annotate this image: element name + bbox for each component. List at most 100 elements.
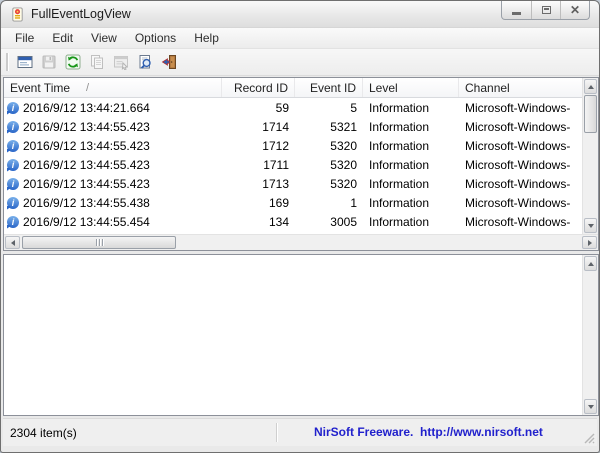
detail-vertical-scrollbar[interactable] — [582, 255, 598, 415]
menu-edit[interactable]: Edit — [43, 29, 82, 47]
app-window: FullEventLogView ✕ File Edit View Option… — [0, 0, 600, 453]
channel-cell: Microsoft-Windows- — [459, 177, 582, 191]
menu-help[interactable]: Help — [185, 29, 228, 47]
copy-icon — [89, 54, 105, 70]
menu-bar: File Edit View Options Help — [1, 28, 599, 48]
event-id-cell: 5320 — [295, 139, 363, 153]
record-id-cell: 1711 — [222, 158, 295, 172]
table-row[interactable]: i 2016/9/12 13:44:55.423 1713 5320 Infor… — [4, 174, 582, 193]
event-time-cell: 2016/9/12 13:44:55.423 — [23, 158, 150, 172]
channel-cell: Microsoft-Windows- — [459, 101, 582, 115]
table-row[interactable]: i 2016/9/12 13:44:55.454 134 3005 Inform… — [4, 212, 582, 231]
status-divider — [276, 423, 277, 442]
event-id-cell: 1 — [295, 196, 363, 210]
resize-grip-icon[interactable] — [582, 431, 595, 444]
refresh-button[interactable] — [61, 51, 85, 74]
list-header: Event Time / Record ID Event ID Level Ch… — [4, 78, 582, 98]
table-row[interactable]: i 2016/9/12 13:44:21.664 59 5 Informatio… — [4, 98, 582, 117]
scroll-up-button[interactable] — [584, 79, 597, 94]
column-header-channel[interactable]: Channel — [459, 78, 582, 97]
information-icon: i — [7, 159, 19, 171]
find-button[interactable] — [133, 51, 157, 74]
table-row[interactable]: i 2016/9/12 13:44:55.438 169 1 Informati… — [4, 193, 582, 212]
record-id-cell: 1714 — [222, 120, 295, 134]
title-bar[interactable]: FullEventLogView ✕ — [1, 1, 599, 28]
window-controls: ✕ — [501, 1, 590, 20]
event-time-cell: 2016/9/12 13:44:55.423 — [23, 120, 150, 134]
menu-options[interactable]: Options — [126, 29, 185, 47]
detail-scroll-down-button[interactable] — [584, 399, 597, 414]
close-button[interactable]: ✕ — [560, 1, 589, 19]
event-time-cell: 2016/9/12 13:44:55.454 — [23, 215, 150, 229]
list-horizontal-scrollbar[interactable] — [4, 234, 598, 250]
event-list: Event Time / Record ID Event ID Level Ch… — [3, 77, 599, 251]
event-id-cell: 3005 — [295, 215, 363, 229]
arrow-down-icon — [588, 405, 594, 409]
arrow-left-icon — [11, 240, 15, 246]
find-icon — [137, 54, 153, 70]
channel-cell: Microsoft-Windows- — [459, 120, 582, 134]
status-bar: 2304 item(s) NirSoft Freeware. http://ww… — [3, 418, 597, 446]
level-cell: Information — [363, 196, 459, 210]
record-id-cell: 1712 — [222, 139, 295, 153]
scroll-left-button[interactable] — [5, 236, 20, 249]
table-row[interactable]: i 2016/9/12 13:44:55.423 1712 5320 Infor… — [4, 136, 582, 155]
record-id-cell: 1713 — [222, 177, 295, 191]
save-button[interactable] — [37, 51, 61, 74]
table-row[interactable]: i 2016/9/12 13:44:55.423 1711 5320 Infor… — [4, 155, 582, 174]
close-icon: ✕ — [570, 4, 580, 16]
arrow-up-icon — [588, 262, 594, 266]
properties-button[interactable] — [109, 51, 133, 74]
event-id-cell: 5321 — [295, 120, 363, 134]
column-header-event-time[interactable]: Event Time / — [4, 78, 222, 97]
level-cell: Information — [363, 101, 459, 115]
record-id-cell: 59 — [222, 101, 295, 115]
channel-cell: Microsoft-Windows- — [459, 139, 582, 153]
refresh-icon — [65, 54, 81, 70]
minimize-button[interactable] — [502, 1, 531, 19]
table-row[interactable]: i 2016/9/12 13:44:55.423 1714 5321 Infor… — [4, 117, 582, 136]
arrow-right-icon — [588, 240, 592, 246]
list-vertical-scrollbar[interactable] — [582, 78, 598, 234]
scroll-down-button[interactable] — [584, 218, 597, 233]
event-id-cell: 5320 — [295, 158, 363, 172]
column-header-record-id[interactable]: Record ID — [222, 78, 295, 97]
detail-pane — [3, 254, 599, 416]
level-cell: Information — [363, 177, 459, 191]
level-cell: Information — [363, 158, 459, 172]
exit-button[interactable] — [157, 51, 181, 74]
vertical-scroll-thumb[interactable] — [584, 95, 597, 133]
column-header-level[interactable]: Level — [363, 78, 459, 97]
horizontal-scroll-thumb[interactable] — [22, 236, 176, 249]
maximize-button[interactable] — [531, 1, 560, 19]
scroll-right-button[interactable] — [582, 236, 597, 249]
copy-button[interactable] — [85, 51, 109, 74]
event-id-cell: 5 — [295, 101, 363, 115]
channel-cell: Microsoft-Windows- — [459, 196, 582, 210]
level-cell: Information — [363, 120, 459, 134]
sort-ascending-icon: / — [86, 82, 89, 94]
record-id-cell: 134 — [222, 215, 295, 229]
window-title: FullEventLogView — [31, 7, 131, 21]
channel-cell: Microsoft-Windows- — [459, 158, 582, 172]
information-icon: i — [7, 197, 19, 209]
arrow-down-icon — [588, 224, 594, 228]
menu-file[interactable]: File — [6, 29, 43, 47]
event-rows: i 2016/9/12 13:44:21.664 59 5 Informatio… — [4, 98, 582, 234]
event-time-cell: 2016/9/12 13:44:21.664 — [23, 101, 150, 115]
nirsoft-link[interactable]: NirSoft Freeware. http://www.nirsoft.net — [314, 425, 543, 439]
level-cell: Information — [363, 215, 459, 229]
level-cell: Information — [363, 139, 459, 153]
maximize-icon — [542, 6, 551, 14]
information-icon: i — [7, 102, 19, 114]
detail-scroll-up-button[interactable] — [584, 256, 597, 271]
event-time-cell: 2016/9/12 13:44:55.423 — [23, 139, 150, 153]
app-icon — [10, 7, 25, 22]
column-header-event-id[interactable]: Event ID — [295, 78, 363, 97]
advanced-options-button[interactable] — [13, 51, 37, 74]
exit-icon — [161, 54, 177, 70]
toolbar-grip — [6, 53, 8, 71]
arrow-up-icon — [588, 85, 594, 89]
menu-view[interactable]: View — [82, 29, 126, 47]
thumb-grip-icon — [96, 239, 97, 246]
